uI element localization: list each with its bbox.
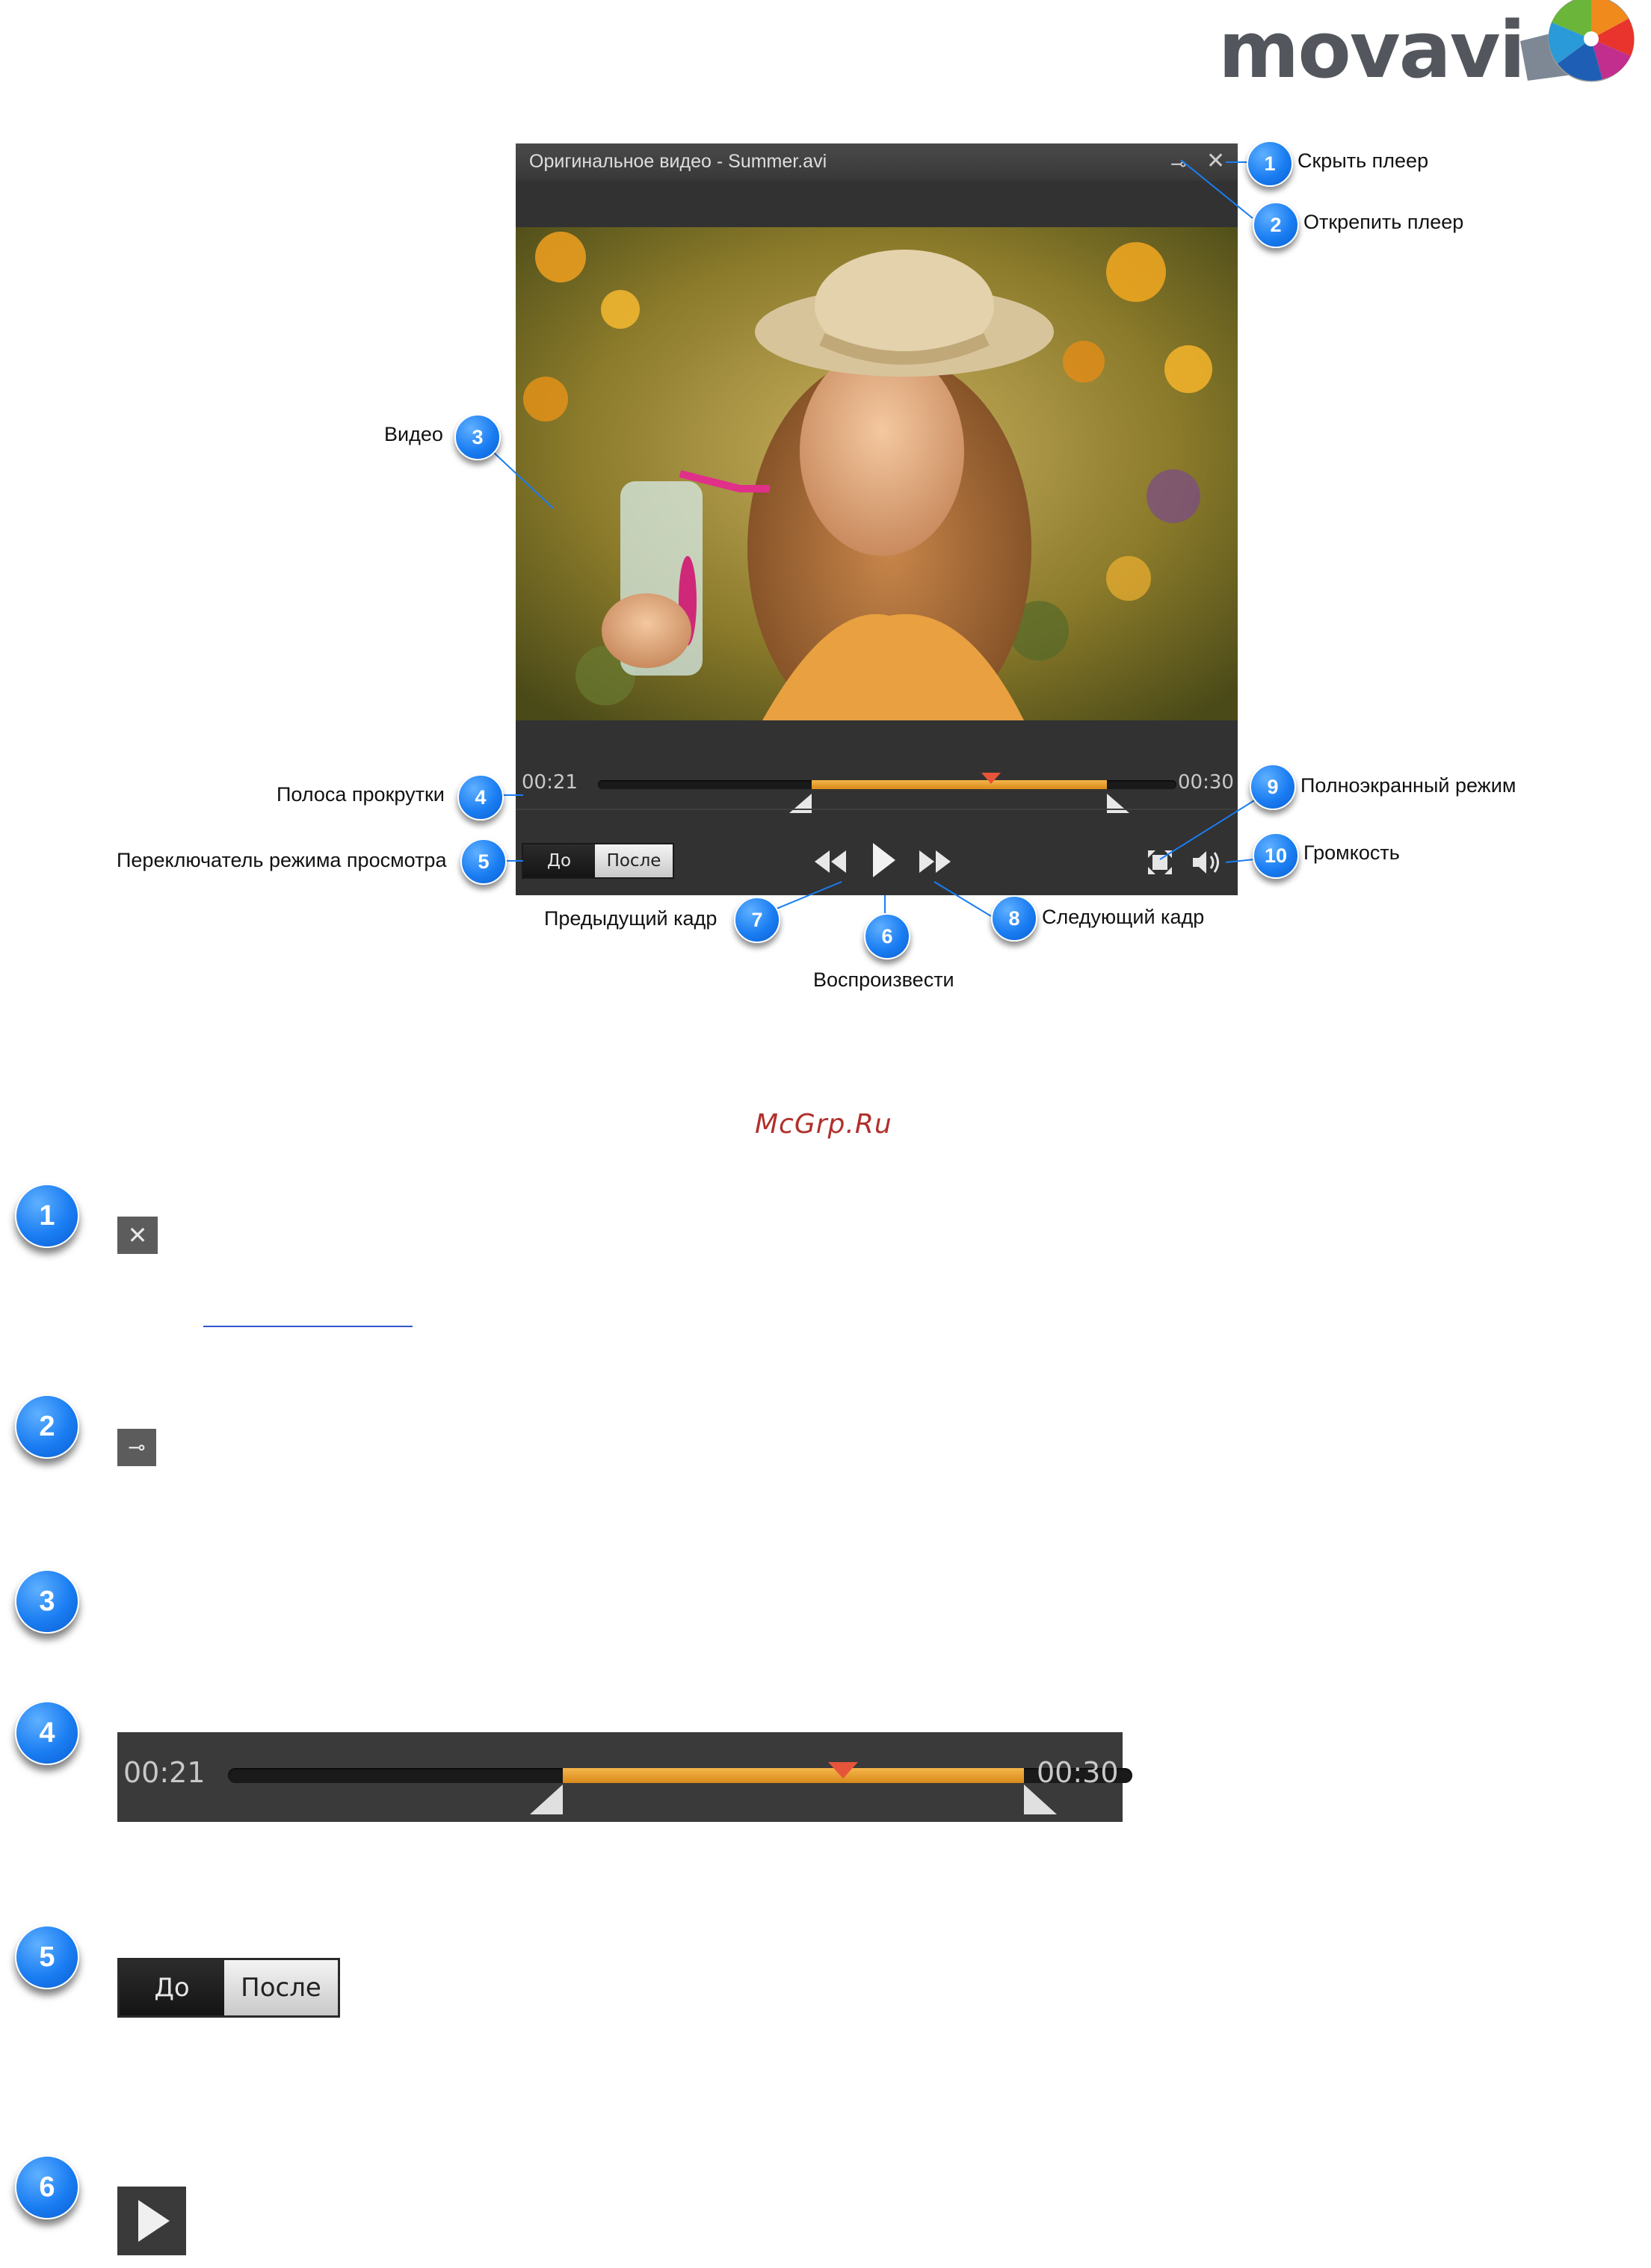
seek-detail-current-time: 00:21	[123, 1756, 206, 1789]
callout-2-bubble: 2	[1253, 202, 1299, 248]
callout-3-bubble: 3	[454, 414, 501, 460]
pin-icon: ⊸	[117, 1429, 156, 1466]
detail-6-bubble: 6	[15, 2155, 79, 2219]
callout-10-bubble: 10	[1253, 832, 1299, 879]
callout-5-bubble: 5	[460, 838, 507, 885]
seek-detail-playhead	[827, 1762, 858, 1779]
seek-detail-end-time: 00:30	[1037, 1756, 1119, 1789]
toggle-detail-after: После	[224, 1960, 338, 2015]
callout-5-label: Переключатель режима просмотра	[117, 849, 447, 871]
detail-5-bubble: 5	[15, 1925, 79, 1989]
callout-10-label: Громкость	[1303, 841, 1400, 864]
callout-8-label: Следующий кадр	[1042, 906, 1205, 928]
watermark-text: McGrp.Ru	[755, 1109, 892, 1140]
seek-bar-detail: 00:21 00:30	[117, 1732, 1132, 1822]
callout-4-label: Полоса прокрутки	[277, 783, 445, 806]
close-icon: ✕	[117, 1217, 158, 1254]
callout-4-bubble: 4	[457, 774, 504, 821]
seek-detail-start-handle	[529, 1785, 563, 1814]
callout-6-label: Воспроизвести	[813, 968, 954, 991]
callout-1-label: Скрыть плеер	[1297, 149, 1429, 172]
link-underline[interactable]	[203, 1326, 413, 1327]
callout-7-bubble: 7	[734, 897, 780, 943]
seek-detail-end-handle	[1023, 1785, 1057, 1814]
toggle-detail-before: До	[120, 1960, 224, 2015]
detail-3-bubble: 3	[15, 1569, 79, 1634]
detail-4-bubble: 4	[15, 1701, 79, 1765]
callout-6-bubble: 6	[864, 913, 910, 960]
callout-3-label: Видео	[384, 423, 443, 445]
seek-detail-selection	[562, 1768, 1024, 1783]
callout-7-label: Предыдущий кадр	[544, 907, 718, 930]
callout-9-label: Полноэкранный режим	[1300, 774, 1516, 797]
seek-detail-track	[228, 1768, 1132, 1783]
play-icon-detail	[117, 2187, 186, 2255]
play-triangle-icon	[138, 2200, 170, 2242]
callout-8-bubble: 8	[991, 895, 1037, 942]
callout-1-bubble: 1	[1247, 140, 1293, 187]
detail-2-bubble: 2	[15, 1394, 79, 1459]
detail-1-bubble: 1	[15, 1184, 79, 1248]
callout-2-label: Открепить плеер	[1303, 211, 1464, 233]
view-mode-toggle-detail: До После	[117, 1958, 340, 2018]
callout-9-bubble: 9	[1250, 764, 1296, 810]
